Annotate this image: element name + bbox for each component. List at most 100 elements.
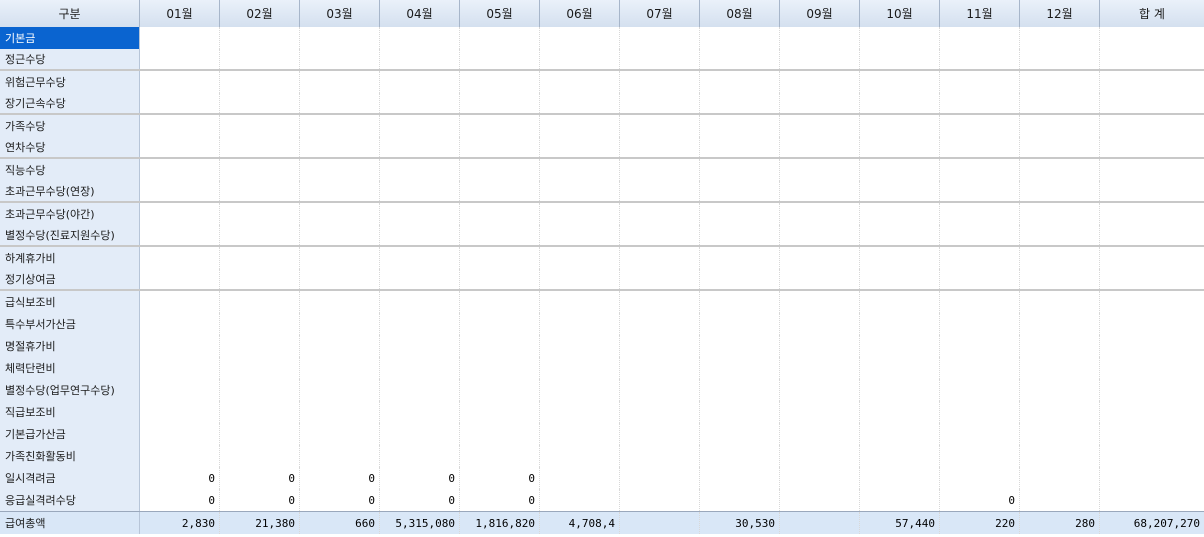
table-cell[interactable]: [700, 489, 780, 511]
table-cell[interactable]: [540, 93, 620, 113]
table-cell[interactable]: [460, 445, 540, 467]
table-cell[interactable]: [460, 335, 540, 357]
table-cell[interactable]: [460, 181, 540, 201]
table-cell[interactable]: [300, 137, 380, 157]
table-cell[interactable]: [140, 203, 220, 225]
table-cell-total[interactable]: [1100, 269, 1204, 289]
table-cell[interactable]: [220, 357, 300, 379]
table-cell[interactable]: [700, 291, 780, 313]
table-row[interactable]: 체력단련비: [0, 357, 1204, 379]
table-cell[interactable]: [940, 93, 1020, 113]
table-cell[interactable]: [940, 357, 1020, 379]
table-cell[interactable]: [860, 225, 940, 245]
table-cell[interactable]: [620, 93, 700, 113]
row-label[interactable]: 일시격려금: [0, 467, 140, 489]
table-cell[interactable]: [620, 181, 700, 201]
table-cell[interactable]: [780, 115, 860, 137]
row-label[interactable]: 정근수당: [0, 49, 140, 69]
header-month-12[interactable]: 12월: [1020, 0, 1100, 27]
table-cell-total[interactable]: [1100, 93, 1204, 113]
table-cell[interactable]: 0: [220, 467, 300, 489]
table-cell[interactable]: [700, 49, 780, 69]
header-month-07[interactable]: 07월: [620, 0, 700, 27]
table-cell[interactable]: [780, 313, 860, 335]
table-cell[interactable]: [860, 247, 940, 269]
table-cell[interactable]: [140, 93, 220, 113]
table-cell[interactable]: [940, 467, 1020, 489]
table-cell[interactable]: [940, 71, 1020, 93]
table-cell[interactable]: [540, 401, 620, 423]
table-cell-total[interactable]: [1100, 71, 1204, 93]
table-cell[interactable]: [140, 159, 220, 181]
table-row[interactable]: 명절휴가비: [0, 335, 1204, 357]
table-cell[interactable]: [940, 445, 1020, 467]
table-cell[interactable]: [300, 225, 380, 245]
table-cell[interactable]: [780, 181, 860, 201]
table-cell[interactable]: [380, 247, 460, 269]
table-cell[interactable]: [220, 93, 300, 113]
table-cell[interactable]: [620, 269, 700, 289]
table-cell[interactable]: [780, 137, 860, 157]
table-cell[interactable]: [220, 269, 300, 289]
table-cell[interactable]: [780, 203, 860, 225]
table-cell[interactable]: [940, 203, 1020, 225]
table-cell[interactable]: [860, 357, 940, 379]
row-label[interactable]: 초과근무수당(연장): [0, 181, 140, 201]
table-cell[interactable]: [620, 401, 700, 423]
table-cell[interactable]: [140, 225, 220, 245]
table-row[interactable]: 초과근무수당(야간): [0, 203, 1204, 225]
table-cell[interactable]: [300, 357, 380, 379]
table-cell[interactable]: [140, 313, 220, 335]
table-cell[interactable]: [940, 181, 1020, 201]
table-cell[interactable]: [540, 159, 620, 181]
table-cell[interactable]: [460, 115, 540, 137]
table-cell[interactable]: 0: [460, 489, 540, 511]
table-cell[interactable]: [540, 49, 620, 69]
table-cell[interactable]: [300, 115, 380, 137]
table-cell[interactable]: [860, 71, 940, 93]
total-cell[interactable]: 1,816,820: [460, 512, 540, 534]
table-cell-total[interactable]: [1100, 225, 1204, 245]
table-cell[interactable]: [220, 203, 300, 225]
table-cell[interactable]: [940, 247, 1020, 269]
table-cell[interactable]: [780, 247, 860, 269]
table-cell[interactable]: [700, 93, 780, 113]
table-cell[interactable]: [1020, 445, 1100, 467]
table-cell[interactable]: 0: [460, 467, 540, 489]
table-cell[interactable]: [140, 269, 220, 289]
table-cell[interactable]: [140, 379, 220, 401]
table-row[interactable]: 별정수당(진료지원수당): [0, 225, 1204, 247]
table-cell[interactable]: [860, 379, 940, 401]
table-cell[interactable]: 0: [380, 489, 460, 511]
header-month-10[interactable]: 10월: [860, 0, 940, 27]
table-cell[interactable]: [460, 225, 540, 245]
row-label[interactable]: 체력단련비: [0, 357, 140, 379]
total-cell[interactable]: 30,530: [700, 512, 780, 534]
total-cell[interactable]: [620, 512, 700, 534]
table-cell[interactable]: [140, 247, 220, 269]
table-cell[interactable]: [700, 203, 780, 225]
table-cell[interactable]: [620, 137, 700, 157]
table-cell[interactable]: [1020, 467, 1100, 489]
table-cell[interactable]: [540, 203, 620, 225]
table-cell[interactable]: [940, 137, 1020, 157]
table-cell[interactable]: [140, 115, 220, 137]
total-cell[interactable]: 4,708,4: [540, 512, 620, 534]
table-cell[interactable]: [220, 313, 300, 335]
payroll-grid[interactable]: 구분 01월 02월 03월 04월 05월 06월 07월 08월 09월 10월 11월 12월 합 …: [0, 0, 1204, 537]
table-cell[interactable]: [460, 291, 540, 313]
table-cell[interactable]: [220, 335, 300, 357]
table-cell[interactable]: [1020, 357, 1100, 379]
table-cell[interactable]: [380, 71, 460, 93]
table-cell[interactable]: [540, 445, 620, 467]
table-cell[interactable]: [140, 401, 220, 423]
table-cell[interactable]: [380, 49, 460, 69]
table-cell[interactable]: [780, 27, 860, 49]
table-cell[interactable]: [780, 467, 860, 489]
table-cell[interactable]: [300, 291, 380, 313]
table-cell[interactable]: [940, 335, 1020, 357]
table-cell[interactable]: [940, 49, 1020, 69]
table-cell-total[interactable]: [1100, 137, 1204, 157]
table-cell[interactable]: 0: [300, 489, 380, 511]
table-cell[interactable]: [380, 181, 460, 201]
